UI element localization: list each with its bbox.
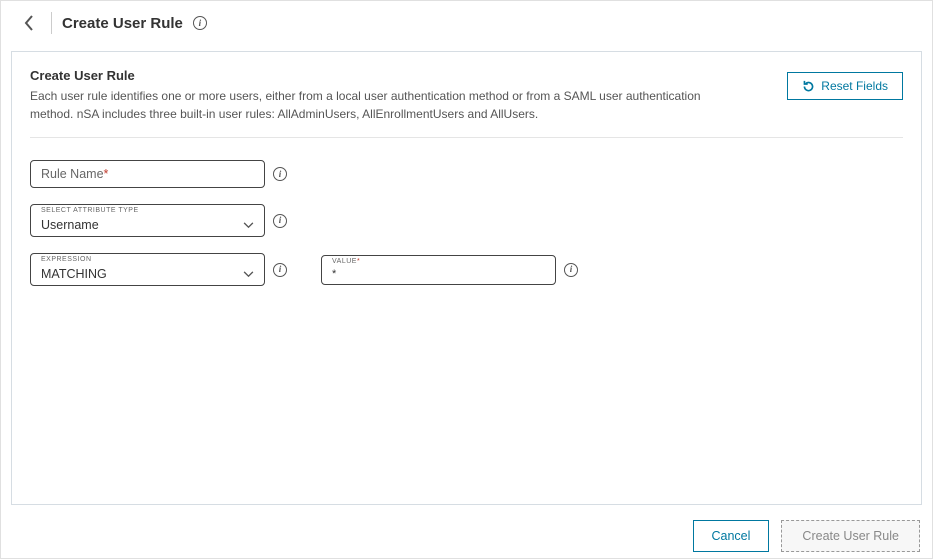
attribute-type-row: SELECT ATTRIBUTE TYPE Username i [30, 204, 903, 237]
section-title: Create User Rule [30, 68, 730, 83]
chevron-down-icon [243, 266, 254, 281]
info-icon[interactable]: i [273, 214, 287, 228]
rule-name-row: Rule Name* i [30, 160, 903, 188]
expression-value: MATCHING [41, 267, 107, 281]
reset-icon [802, 80, 815, 93]
info-icon[interactable]: i [564, 263, 578, 277]
info-icon[interactable]: i [273, 263, 287, 277]
value-content: * [332, 269, 336, 280]
rule-name-input[interactable]: Rule Name* [30, 160, 265, 188]
chevron-left-icon [24, 15, 34, 31]
divider [51, 12, 52, 34]
panel-header: Create User Rule Each user rule identifi… [30, 68, 903, 138]
cancel-button[interactable]: Cancel [693, 520, 770, 552]
expression-select[interactable]: EXPRESSION MATCHING [30, 253, 265, 286]
create-user-rule-button[interactable]: Create User Rule [781, 520, 920, 552]
rule-name-placeholder: Rule Name* [41, 167, 108, 181]
value-label: VALUE* [332, 258, 360, 265]
panel-header-text: Create User Rule Each user rule identifi… [30, 68, 730, 123]
reset-fields-button[interactable]: Reset Fields [787, 72, 903, 100]
section-description: Each user rule identifies one or more us… [30, 87, 730, 123]
page-header: Create User Rule i [1, 1, 932, 45]
info-icon[interactable]: i [193, 16, 207, 30]
info-icon[interactable]: i [273, 167, 287, 181]
attribute-type-label: SELECT ATTRIBUTE TYPE [41, 207, 139, 214]
expression-label: EXPRESSION [41, 256, 92, 263]
attribute-type-value: Username [41, 218, 99, 232]
form-area: Rule Name* i SELECT ATTRIBUTE TYPE Usern… [30, 138, 903, 286]
back-button[interactable] [17, 11, 41, 35]
form-panel: Create User Rule Each user rule identifi… [11, 51, 922, 505]
expression-value-row: EXPRESSION MATCHING i VALUE* * i [30, 253, 903, 286]
footer-actions: Cancel Create User Rule [693, 520, 921, 552]
attribute-type-select[interactable]: SELECT ATTRIBUTE TYPE Username [30, 204, 265, 237]
page-title: Create User Rule [62, 15, 183, 32]
reset-label: Reset Fields [821, 79, 888, 93]
chevron-down-icon [243, 217, 254, 232]
value-input[interactable]: VALUE* * [321, 255, 556, 285]
